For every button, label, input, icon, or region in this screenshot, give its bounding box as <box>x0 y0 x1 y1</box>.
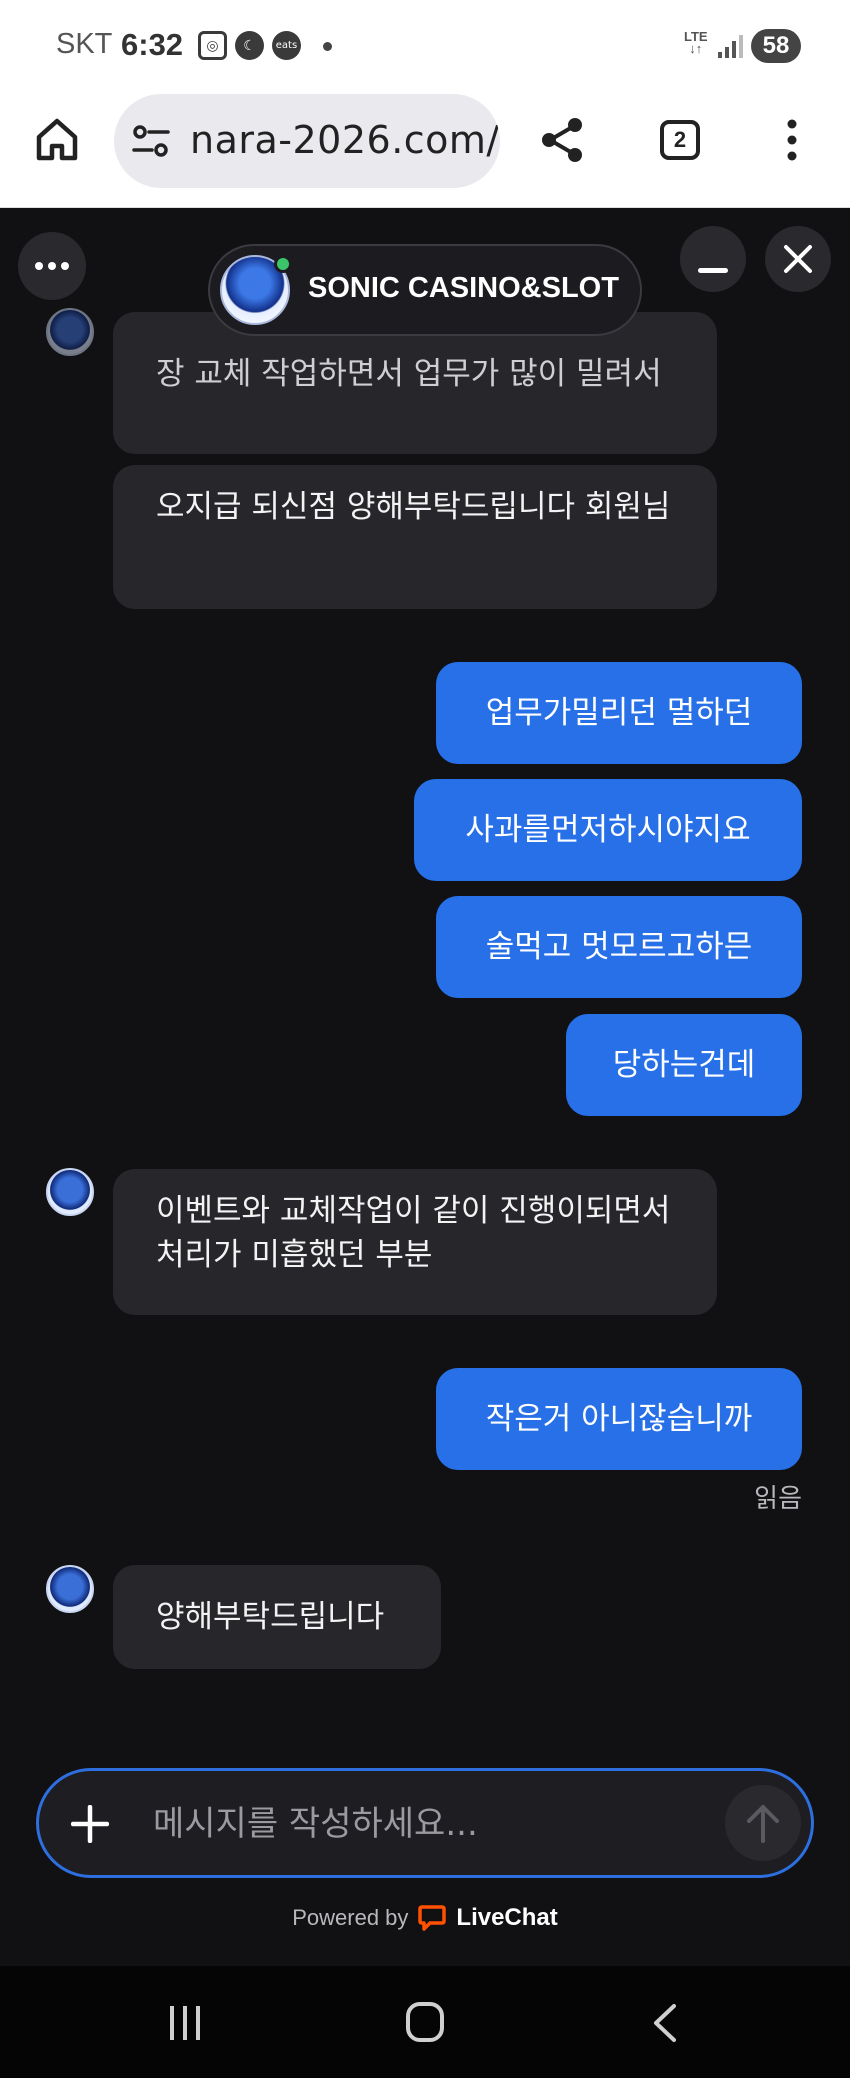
back-button[interactable] <box>648 2002 682 2044</box>
send-button[interactable] <box>725 1785 801 1861</box>
user-message: 업무가밀리던 멀하던 <box>436 662 802 764</box>
chat-title: SONIC CASINO&SLOT <box>308 272 619 304</box>
tab-switcher-button[interactable]: 2 <box>660 120 700 160</box>
attach-plus-icon[interactable] <box>71 1805 109 1843</box>
agent-message: 이벤트와 교체작업이 같이 진행이되면서 처리가 미흡했던 부분 <box>113 1169 717 1315</box>
address-bar[interactable]: nara-2026.com/ <box>114 94 500 188</box>
message-text: 오지급 되신점 양해부탁드립니다 회원님 <box>156 489 671 525</box>
carrier-label: SKT <box>56 28 113 60</box>
message-text: 사과를먼저하시야지요 <box>465 812 751 848</box>
agent-message: 양해부탁드립니다 <box>113 1565 441 1669</box>
network-type: LTE ↓↑ <box>684 29 708 56</box>
message-text: 당하는건데 <box>612 1047 756 1083</box>
powered-by-label: Powered by <box>292 1905 409 1930</box>
status-bar: SKT 6:32 ◎ ☾ eats LTE ↓↑ 58 <box>0 0 850 92</box>
agent-avatar <box>46 1565 94 1613</box>
message-input[interactable] <box>153 1797 713 1851</box>
read-receipt: 읽음 <box>754 1484 802 1514</box>
site-settings-icon[interactable] <box>132 124 170 158</box>
powered-by-footer[interactable]: Powered by LiveChat <box>0 1904 850 1932</box>
bar <box>196 2006 200 2040</box>
minimize-button[interactable] <box>680 226 746 292</box>
home-button[interactable] <box>406 2002 444 2042</box>
chat-title-pill: SONIC CASINO&SLOT <box>208 244 642 336</box>
user-message: 당하는건데 <box>566 1014 802 1116</box>
chat-window: 장 교체 작업하면서 업무가 많이 밀려서 오지급 되신점 양해부탁드립니다 회… <box>0 208 850 1966</box>
dot <box>35 262 43 270</box>
user-message: 사과를먼저하시야지요 <box>414 779 802 881</box>
dot <box>61 262 69 270</box>
url-text[interactable]: nara-2026.com/ <box>190 118 500 162</box>
agent-avatar <box>46 308 94 356</box>
chat-options-button[interactable] <box>18 232 86 300</box>
signal-icon <box>718 35 743 58</box>
battery-indicator: 58 <box>751 29 801 63</box>
recent-apps-button[interactable] <box>170 2006 210 2040</box>
coupang-eats-icon: eats <box>272 31 301 60</box>
message-composer <box>36 1768 814 1878</box>
bar <box>183 2006 187 2040</box>
user-message: 작은거 아니잖습니까 <box>436 1368 802 1470</box>
agent-avatar <box>46 1168 94 1216</box>
message-text: 이벤트와 교체작업이 같이 진행이되면서 처리가 미흡했던 부분 <box>156 1193 671 1273</box>
online-status-icon <box>274 255 292 273</box>
more-menu-icon[interactable] <box>785 118 799 162</box>
livechat-brand: LiveChat <box>456 1904 558 1931</box>
message-text: 술먹고 멋모르고하믄 <box>485 929 753 965</box>
arrow-up-icon <box>747 1805 779 1843</box>
browser-toolbar: nara-2026.com/ 2 <box>0 92 850 208</box>
close-button[interactable] <box>765 226 831 292</box>
message-text: 양해부탁드립니다 <box>156 1599 385 1635</box>
more-notifications-dot <box>323 42 332 51</box>
home-icon[interactable] <box>34 116 80 162</box>
agent-message: 오지급 되신점 양해부탁드립니다 회원님 <box>113 465 717 609</box>
screenshot-icon: ◎ <box>198 31 227 60</box>
user-message: 술먹고 멋모르고하믄 <box>436 896 802 998</box>
moon-icon: ☾ <box>235 31 264 60</box>
clock: 6:32 <box>121 27 184 62</box>
bar <box>170 2006 174 2040</box>
notification-icons: ◎ ☾ eats <box>198 31 301 60</box>
message-text: 업무가밀리던 멀하던 <box>485 695 753 731</box>
system-navigation-bar <box>0 1966 850 2078</box>
message-text: 작은거 아니잖습니까 <box>485 1401 753 1437</box>
share-icon[interactable] <box>538 116 586 164</box>
message-text: 장 교체 작업하면서 업무가 많이 밀려서 <box>156 356 662 392</box>
dot <box>48 262 56 270</box>
livechat-logo-icon <box>418 1905 447 1931</box>
close-icon <box>784 245 812 273</box>
